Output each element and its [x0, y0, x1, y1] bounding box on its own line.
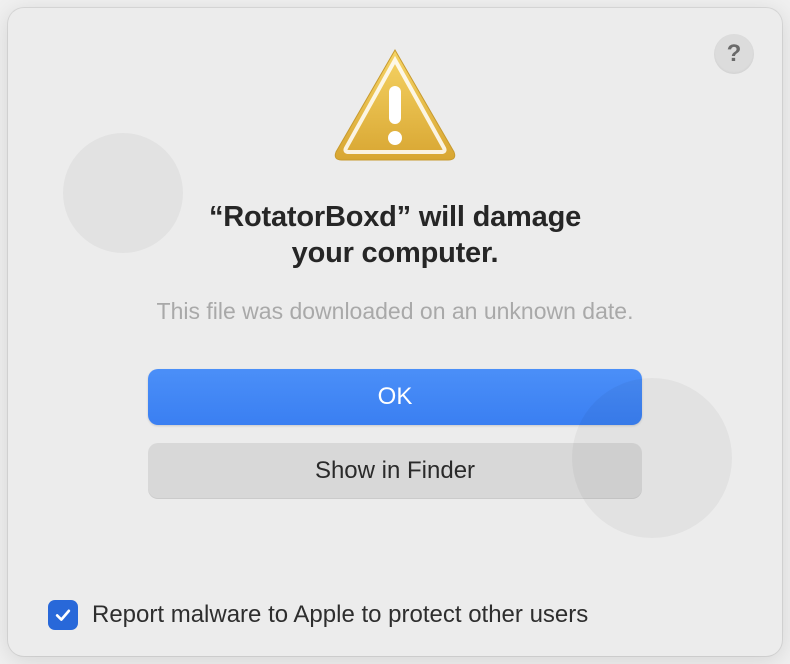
- report-malware-row: Report malware to Apple to protect other…: [48, 600, 588, 630]
- show-in-finder-button[interactable]: Show in Finder: [148, 443, 642, 499]
- report-malware-checkbox[interactable]: [48, 600, 78, 630]
- checkmark-icon: [53, 605, 73, 625]
- alert-title: “RotatorBoxd” will damage your computer.: [209, 199, 581, 272]
- warning-icon: [330, 44, 460, 169]
- ok-button[interactable]: OK: [148, 369, 642, 425]
- alert-title-line2: your computer.: [292, 237, 499, 269]
- help-icon: ?: [727, 40, 742, 68]
- alert-dialog: ? “RotatorBoxd” will damage your compute…: [8, 8, 782, 656]
- watermark-decoration: [53, 123, 193, 263]
- report-malware-label: Report malware to Apple to protect other…: [92, 601, 588, 629]
- alert-title-line1: “RotatorBoxd” will damage: [209, 201, 581, 233]
- alert-subtitle: This file was downloaded on an unknown d…: [157, 298, 634, 325]
- help-button[interactable]: ?: [714, 34, 754, 74]
